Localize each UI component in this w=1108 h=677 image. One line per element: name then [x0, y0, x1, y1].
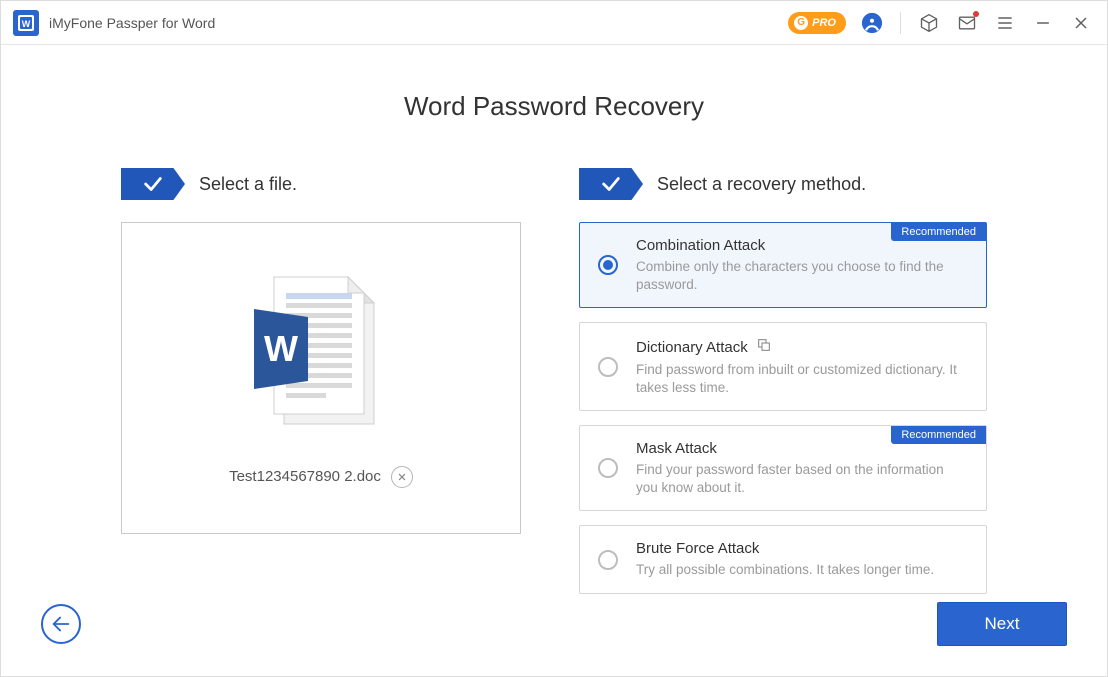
footer: Next [1, 602, 1107, 676]
method-brute[interactable]: Brute Force Attack Try all possible comb… [579, 525, 987, 594]
coin-icon: G [794, 16, 808, 30]
step-header-file: Select a file. [121, 168, 521, 200]
titlebar-divider [900, 12, 901, 34]
file-panel[interactable]: W Test1234567890 2.doc [121, 222, 521, 534]
method-title: Combination Attack [636, 237, 765, 254]
dictionary-settings-icon[interactable] [756, 337, 772, 357]
method-title: Mask Attack [636, 440, 717, 457]
radio-icon [598, 255, 618, 275]
mail-icon[interactable] [955, 11, 979, 35]
titlebar: W iMyFone Passper for Word G PRO [1, 1, 1107, 45]
recommended-badge: Recommended [891, 223, 986, 241]
back-button[interactable] [41, 604, 81, 644]
method-mask[interactable]: Recommended Mask Attack Find your passwo… [579, 425, 987, 511]
method-desc: Find password from inbuilt or customized… [636, 361, 968, 396]
pro-badge[interactable]: G PRO [788, 12, 846, 34]
svg-text:W: W [264, 328, 298, 369]
step-check-icon [121, 168, 185, 200]
file-remove-button[interactable] [391, 466, 413, 488]
step-label-method: Select a recovery method. [657, 174, 866, 195]
titlebar-right: G PRO [788, 11, 1093, 35]
titlebar-left: W iMyFone Passper for Word [13, 10, 215, 36]
radio-icon [598, 357, 618, 377]
file-row: Test1234567890 2.doc [229, 466, 413, 488]
word-document-icon: W [246, 269, 396, 444]
recommended-badge: Recommended [891, 426, 986, 444]
minimize-button[interactable] [1031, 11, 1055, 35]
method-combination[interactable]: Recommended Combination Attack Combine o… [579, 222, 987, 308]
methods-list: Recommended Combination Attack Combine o… [579, 222, 987, 594]
main-content: Select a file. [1, 168, 1107, 602]
method-dictionary[interactable]: Dictionary Attack Find password from inb… [579, 322, 987, 411]
select-file-column: Select a file. [121, 168, 521, 602]
cube-icon[interactable] [917, 11, 941, 35]
method-desc: Combine only the characters you choose t… [636, 258, 968, 293]
step-label-file: Select a file. [199, 174, 297, 195]
step-check-icon [579, 168, 643, 200]
close-button[interactable] [1069, 11, 1093, 35]
step-header-method: Select a recovery method. [579, 168, 987, 200]
account-icon[interactable] [860, 11, 884, 35]
page-title: Word Password Recovery [1, 91, 1107, 122]
pro-label: PRO [812, 17, 836, 29]
method-title: Dictionary Attack [636, 339, 748, 356]
svg-text:W: W [22, 19, 31, 29]
next-button[interactable]: Next [937, 602, 1067, 646]
radio-icon [598, 458, 618, 478]
file-name: Test1234567890 2.doc [229, 468, 381, 485]
select-method-column: Select a recovery method. Recommended Co… [579, 168, 987, 602]
app-title: iMyFone Passper for Word [49, 15, 215, 31]
method-title: Brute Force Attack [636, 540, 759, 557]
radio-icon [598, 550, 618, 570]
method-desc: Try all possible combinations. It takes … [636, 561, 968, 579]
app-logo-icon: W [13, 10, 39, 36]
next-button-label: Next [985, 614, 1020, 634]
menu-icon[interactable] [993, 11, 1017, 35]
mail-notification-dot [973, 11, 979, 17]
method-desc: Find your password faster based on the i… [636, 461, 968, 496]
